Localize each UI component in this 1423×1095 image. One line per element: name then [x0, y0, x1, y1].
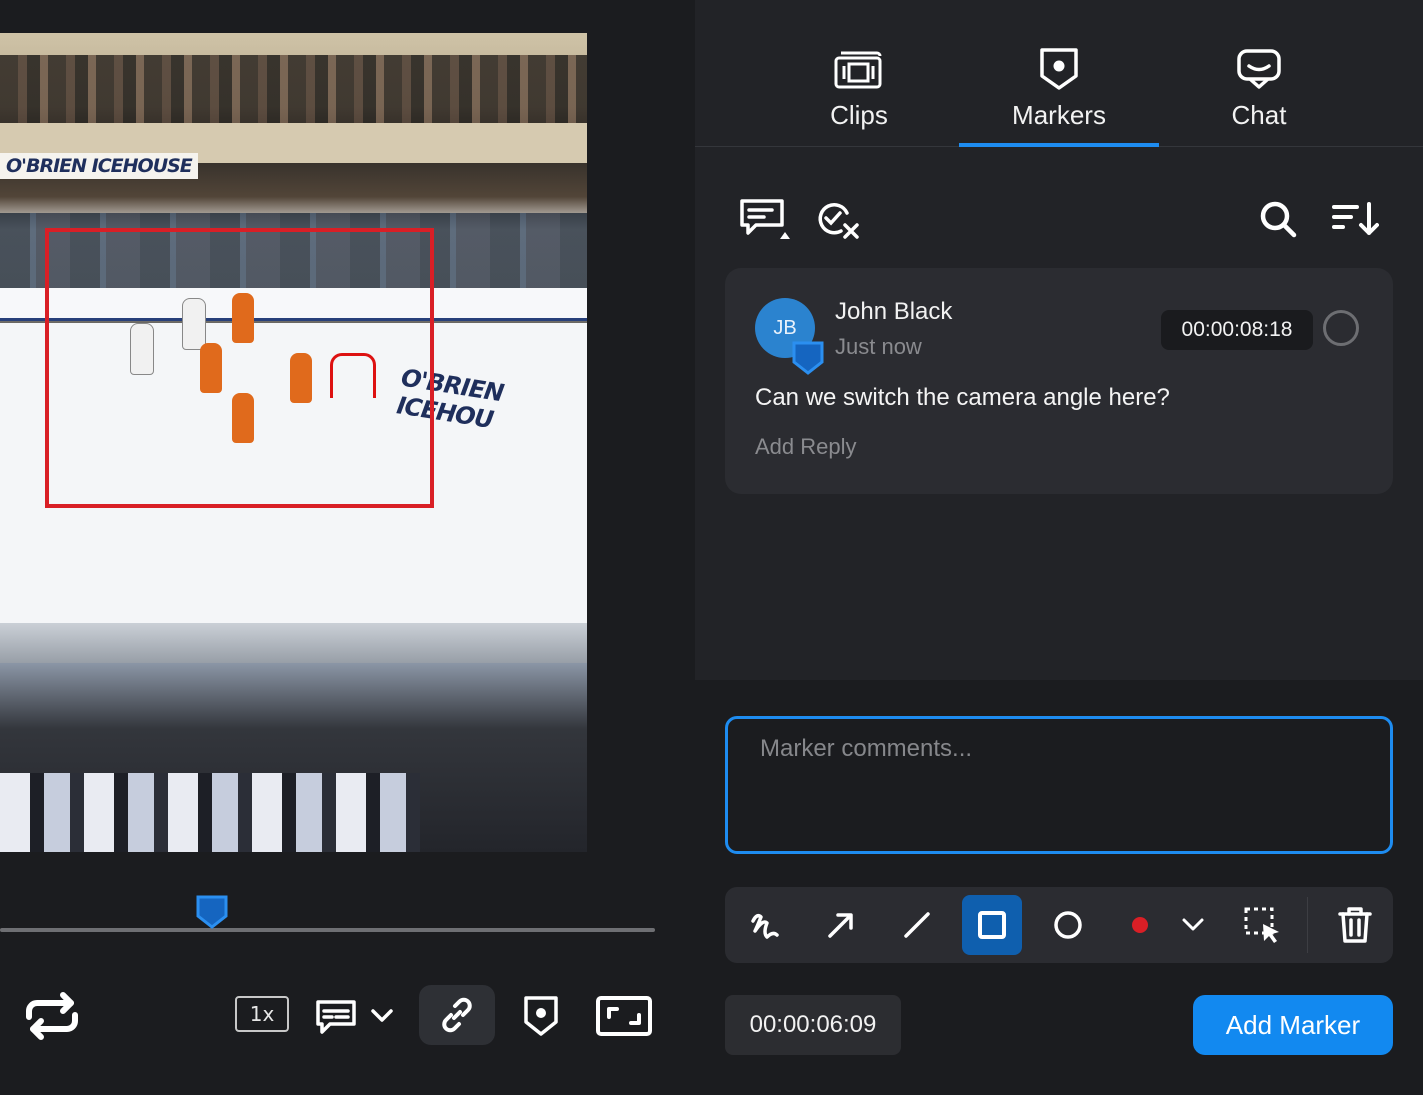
video-bench [0, 773, 420, 852]
ellipse-tool-icon[interactable] [1038, 895, 1098, 955]
video-sign-top: O'BRIEN ICEHOUSE [0, 153, 198, 179]
loop-button[interactable] [18, 988, 86, 1044]
marker-comment-input[interactable] [725, 716, 1393, 854]
tab-markers[interactable]: Markers [959, 0, 1159, 146]
captions-chevron-down-icon[interactable] [366, 998, 398, 1034]
search-icon[interactable] [1255, 196, 1301, 242]
toolbar-divider [1307, 897, 1308, 953]
current-timecode: 00:00:06:09 [725, 995, 901, 1055]
add-marker-icon[interactable] [517, 990, 565, 1042]
trash-icon[interactable] [1325, 895, 1385, 955]
arrow-tool-icon[interactable] [811, 895, 871, 955]
marker-timecode[interactable]: 00:00:08:18 [1161, 310, 1313, 350]
tab-markers-label: Markers [1012, 100, 1106, 130]
video-frame[interactable]: O'BRIEN ICEHOUSE O'BRIEN ICEHOU [0, 33, 587, 852]
comment-filter-icon[interactable] [737, 196, 793, 244]
select-tool-icon[interactable] [1233, 895, 1293, 955]
resolve-checkbox[interactable] [1323, 310, 1359, 346]
link-icon[interactable] [419, 985, 495, 1045]
timeline-marker-icon[interactable] [195, 894, 229, 930]
marker-icon [1038, 46, 1080, 92]
author-name: John Black [835, 298, 953, 325]
active-tab-indicator [959, 143, 1159, 147]
color-chevron-down-icon[interactable] [1170, 895, 1216, 955]
drawing-toolbar [725, 887, 1393, 963]
chat-icon [1236, 46, 1282, 92]
tab-chat-label: Chat [1231, 100, 1287, 130]
line-tool-icon[interactable] [887, 895, 947, 955]
marker-comment-text: Can we switch the camera angle here? [755, 384, 1170, 411]
side-panel: Clips Markers Chat JB John Black Just no… [695, 0, 1423, 1095]
add-reply-link[interactable]: Add Reply [755, 434, 857, 460]
clips-icon [833, 46, 885, 92]
posted-time: Just now [835, 334, 922, 359]
color-swatch-icon[interactable] [1115, 895, 1165, 955]
marker-composer: 00:00:06:09 Add Marker [695, 680, 1423, 1095]
annotation-rectangle[interactable] [45, 228, 434, 508]
add-marker-button[interactable]: Add Marker [1193, 995, 1393, 1055]
clear-resolved-icon[interactable] [813, 196, 863, 244]
tab-chat[interactable]: Chat [1159, 0, 1359, 146]
marker-card[interactable]: JB John Black Just now 00:00:08:18 Can w… [725, 268, 1393, 494]
fullscreen-icon[interactable] [594, 992, 654, 1040]
sort-descending-icon[interactable] [1329, 196, 1381, 242]
timeline-scrubber[interactable] [0, 928, 655, 932]
marker-badge-icon [791, 340, 825, 376]
tab-clips-label: Clips [830, 100, 888, 130]
tab-clips[interactable]: Clips [759, 0, 959, 146]
freehand-tool-icon[interactable] [735, 895, 795, 955]
captions-icon[interactable] [312, 994, 360, 1038]
video-player: O'BRIEN ICEHOUSE O'BRIEN ICEHOU 1x [0, 0, 695, 1095]
panel-tabs: Clips Markers Chat [695, 0, 1423, 147]
rectangle-tool-icon[interactable] [962, 895, 1022, 955]
playback-speed-button[interactable]: 1x [235, 996, 289, 1032]
markers-toolbar [695, 190, 1423, 250]
